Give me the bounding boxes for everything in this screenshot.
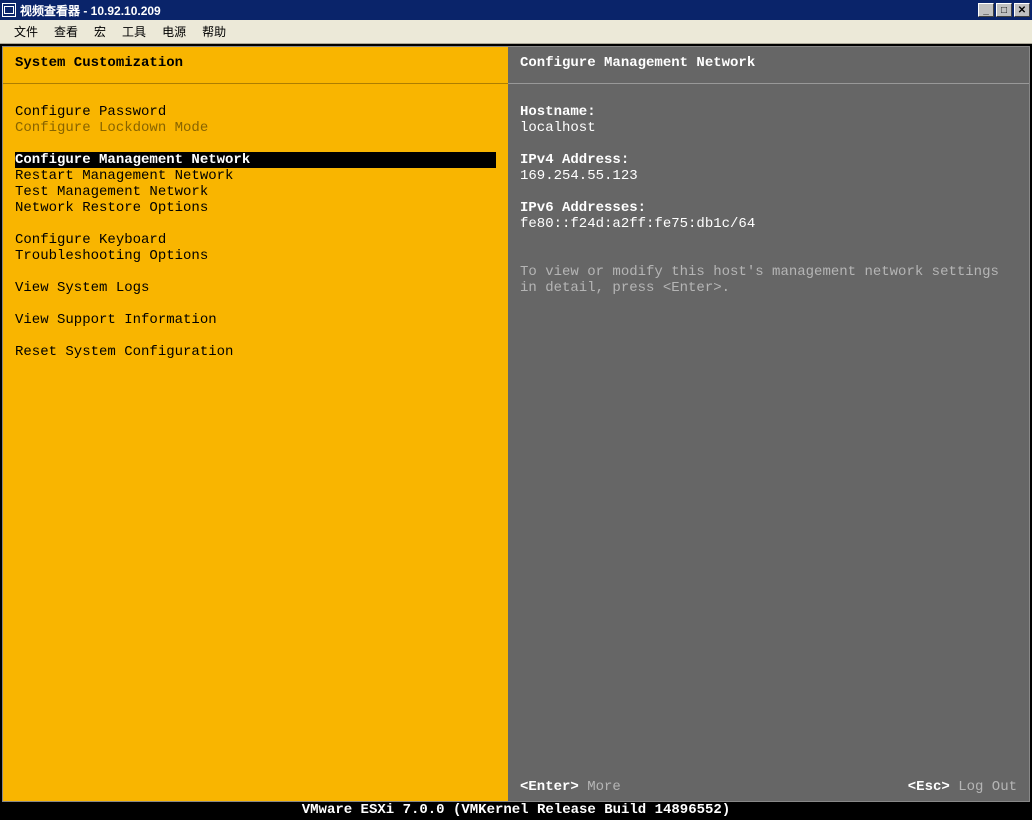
close-button[interactable]: ✕ [1014,3,1030,17]
ipv6-value: fe80::f24d:a2ff:fe75:db1c/64 [520,216,1017,232]
ipv6-label: IPv6 Addresses: [520,200,1017,216]
spacer [15,328,496,344]
menu-file[interactable]: 文件 [8,21,44,42]
esc-key: <Esc> [908,779,950,795]
right-panel-title: Configure Management Network [508,47,1029,79]
menu-item-restart-management-network[interactable]: Restart Management Network [15,168,496,184]
menu-item-network-restore-options[interactable]: Network Restore Options [15,200,496,216]
detail-content: Hostname: localhost IPv4 Address: 169.25… [508,84,1029,773]
menu-item-configure-lockdown: Configure Lockdown Mode [15,120,496,136]
divider [3,83,508,84]
enter-action: More [587,779,621,795]
right-panel: Configure Management Network Hostname: l… [508,47,1029,801]
left-panel: System Customization Configure Password … [3,47,508,801]
maximize-button[interactable]: □ [996,3,1012,17]
detail-hint: To view or modify this host's management… [520,264,1017,296]
window-titlebar: 视频查看器 - 10.92.10.209 _ □ ✕ [0,0,1032,20]
menu-item-test-management-network[interactable]: Test Management Network [15,184,496,200]
left-panel-title: System Customization [3,47,508,79]
menu-tools[interactable]: 工具 [116,21,152,42]
spacer [15,136,496,152]
spacer [15,216,496,232]
hostname-label: Hostname: [520,104,1017,120]
ipv4-value: 169.254.55.123 [520,168,1017,184]
hostname-value: localhost [520,120,1017,136]
footer-esc: <Esc> Log Out [908,779,1017,795]
status-bar: VMware ESXi 7.0.0 (VMKernel Release Buil… [2,802,1030,818]
enter-key: <Enter> [520,779,579,795]
menu-item-configure-keyboard[interactable]: Configure Keyboard [15,232,496,248]
console-area: System Customization Configure Password … [0,44,1032,820]
menu-help[interactable]: 帮助 [196,21,232,42]
window-controls: _ □ ✕ [978,3,1030,17]
menu-item-view-support-information[interactable]: View Support Information [15,312,496,328]
menu-item-configure-password[interactable]: Configure Password [15,104,496,120]
menu-item-configure-management-network[interactable]: Configure Management Network [15,152,496,168]
menu-item-view-system-logs[interactable]: View System Logs [15,280,496,296]
esc-action: Log Out [958,779,1017,795]
menu-item-troubleshooting-options[interactable]: Troubleshooting Options [15,248,496,264]
menu-macro[interactable]: 宏 [88,21,112,42]
window-title: 视频查看器 - 10.92.10.209 [20,2,978,19]
menubar: 文件 查看 宏 工具 电源 帮助 [0,20,1032,44]
spacer [15,296,496,312]
spacer [15,264,496,280]
footer-bar: <Enter> More <Esc> Log Out [508,773,1029,801]
menu-view[interactable]: 查看 [48,21,84,42]
minimize-button[interactable]: _ [978,3,994,17]
customization-menu: Configure Password Configure Lockdown Mo… [3,84,508,372]
app-icon [2,3,16,17]
menu-item-reset-system-configuration[interactable]: Reset System Configuration [15,344,496,360]
menu-power[interactable]: 电源 [156,21,192,42]
ipv4-label: IPv4 Address: [520,152,1017,168]
footer-enter: <Enter> More [520,779,621,795]
